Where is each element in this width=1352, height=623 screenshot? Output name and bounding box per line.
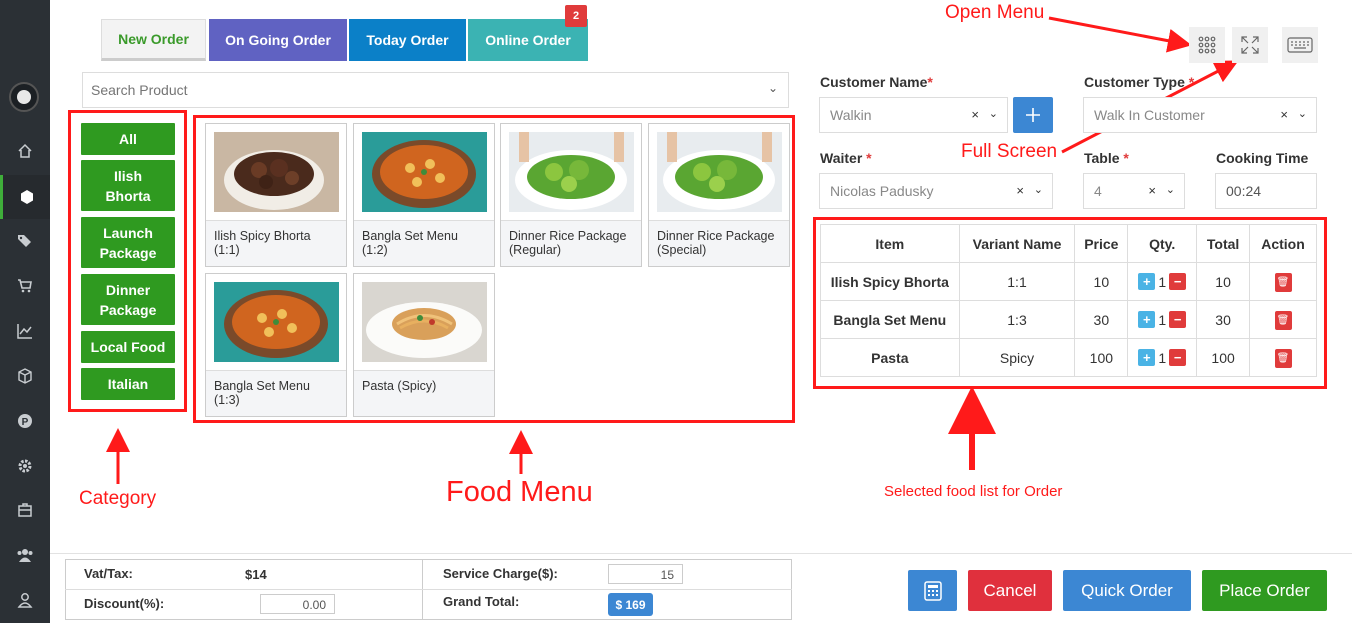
cancel-button[interactable]: Cancel <box>968 570 1052 611</box>
keyboard-icon[interactable] <box>1282 27 1318 63</box>
plus-icon <box>1026 108 1040 122</box>
open-menu-grid-icon[interactable] <box>1189 27 1225 63</box>
table-header-row: Item Variant Name Price Qty. Total Actio… <box>820 224 1317 263</box>
increase-qty-button[interactable]: + <box>1138 273 1156 291</box>
table-row: Pasta Spicy 100 +1− 100 🗑 <box>820 338 1317 377</box>
customer-type-label: Customer Type * <box>1084 74 1195 90</box>
grand-total-label: Grand Total: <box>443 594 520 609</box>
chevron-down-icon[interactable]: ⌄ <box>1166 183 1175 196</box>
column-header: Total <box>1196 224 1251 263</box>
item-name: Ilish Spicy Bhorta <box>820 262 960 301</box>
decrease-qty-button[interactable]: − <box>1169 311 1187 329</box>
variant-name: 1:1 <box>958 262 1076 301</box>
vat-value: $14 <box>245 567 267 582</box>
table-select[interactable]: 4 × ⌄ <box>1083 173 1185 209</box>
table-value: 4 <box>1094 183 1102 199</box>
increase-qty-button[interactable]: + <box>1138 311 1156 329</box>
clear-icon[interactable]: × <box>971 107 979 122</box>
service-charge-label: Service Charge($): <box>443 566 558 581</box>
table-row: Ilish Spicy Bhorta 1:1 10 +1− 10 🗑 <box>820 262 1317 301</box>
service-charge-input[interactable]: 15 <box>608 564 683 584</box>
open-menu-annotation: Open Menu <box>945 2 1045 23</box>
order-table: Item Variant Name Price Qty. Total Actio… <box>820 224 1317 377</box>
qty-value: 1 <box>1158 349 1167 366</box>
customer-name-value: Walkin <box>830 107 872 123</box>
item-price: 100 <box>1074 338 1129 377</box>
cooking-time-input[interactable]: 00:24 <box>1215 173 1317 209</box>
pos-screen: P New Order On Going Order Today Order O… <box>0 0 1352 623</box>
item-total: 100 <box>1196 338 1251 377</box>
quick-order-button[interactable]: Quick Order <box>1063 570 1191 611</box>
customer-type-value: Walk In Customer <box>1094 107 1205 123</box>
item-price: 10 <box>1074 262 1129 301</box>
qty-cell: +1− <box>1127 338 1198 377</box>
qty-cell: +1− <box>1127 300 1198 339</box>
vat-label: Vat/Tax: <box>84 566 133 581</box>
waiter-value: Nicolas Padusky <box>830 183 934 199</box>
clear-icon[interactable]: × <box>1280 107 1288 122</box>
chevron-down-icon[interactable]: ⌄ <box>1034 183 1043 196</box>
open-menu-arrow <box>1048 16 1192 53</box>
variant-name: Spicy <box>958 338 1076 377</box>
column-header: Price <box>1074 224 1129 263</box>
calculator-icon <box>923 580 942 601</box>
qty-value: 1 <box>1158 273 1167 290</box>
customer-name-label: Customer Name* <box>820 74 933 90</box>
increase-qty-button[interactable]: + <box>1138 349 1156 367</box>
action-cell: 🗑 <box>1249 300 1317 339</box>
column-header: Variant Name <box>958 224 1076 263</box>
qty-cell: +1− <box>1127 262 1198 301</box>
cooking-time-label: Cooking Time <box>1216 150 1309 166</box>
table-label: Table * <box>1084 150 1129 166</box>
place-order-button[interactable]: Place Order <box>1202 570 1327 611</box>
summary-divider <box>65 589 792 590</box>
food-menu-annotation: Food Menu <box>446 476 593 508</box>
full-screen-annotation: Full Screen <box>961 141 1058 162</box>
action-cell: 🗑 <box>1249 338 1317 377</box>
discount-input[interactable]: 0.00 <box>260 594 335 614</box>
clear-icon[interactable]: × <box>1016 183 1024 198</box>
variant-name: 1:3 <box>958 300 1076 339</box>
waiter-select[interactable]: Nicolas Padusky × ⌄ <box>819 173 1053 209</box>
table-row: Bangla Set Menu 1:3 30 +1− 30 🗑 <box>820 300 1317 339</box>
delete-icon[interactable]: 🗑 <box>1274 272 1292 292</box>
fullscreen-icon[interactable] <box>1232 27 1268 63</box>
grand-total-value: $ 169 <box>608 593 653 616</box>
customer-type-select[interactable]: Walk In Customer × ⌄ <box>1083 97 1317 133</box>
item-price: 30 <box>1074 300 1129 339</box>
footer-divider <box>50 553 1352 554</box>
chevron-down-icon[interactable]: ⌄ <box>1298 107 1307 120</box>
discount-label: Discount(%): <box>84 596 165 611</box>
action-cell: 🗑 <box>1249 262 1317 301</box>
item-name: Pasta <box>820 338 960 377</box>
add-customer-button[interactable] <box>1013 97 1053 133</box>
decrease-qty-button[interactable]: − <box>1169 349 1187 367</box>
item-total: 30 <box>1196 300 1251 339</box>
column-header: Qty. <box>1127 224 1198 263</box>
category-annotation: Category <box>79 488 157 509</box>
chevron-down-icon[interactable]: ⌄ <box>989 107 998 120</box>
waiter-label: Waiter * <box>820 150 872 166</box>
clear-icon[interactable]: × <box>1148 183 1156 198</box>
qty-value: 1 <box>1158 311 1167 328</box>
decrease-qty-button[interactable]: − <box>1169 273 1187 291</box>
column-header: Action <box>1249 224 1317 263</box>
selected-food-annotation: Selected food list for Order <box>884 483 1063 500</box>
calculator-button[interactable] <box>908 570 957 611</box>
customer-name-select[interactable]: Walkin × ⌄ <box>819 97 1008 133</box>
item-total: 10 <box>1196 262 1251 301</box>
delete-icon[interactable]: 🗑 <box>1274 348 1292 368</box>
column-header: Item <box>820 224 960 263</box>
item-name: Bangla Set Menu <box>820 300 960 339</box>
delete-icon[interactable]: 🗑 <box>1274 310 1292 330</box>
